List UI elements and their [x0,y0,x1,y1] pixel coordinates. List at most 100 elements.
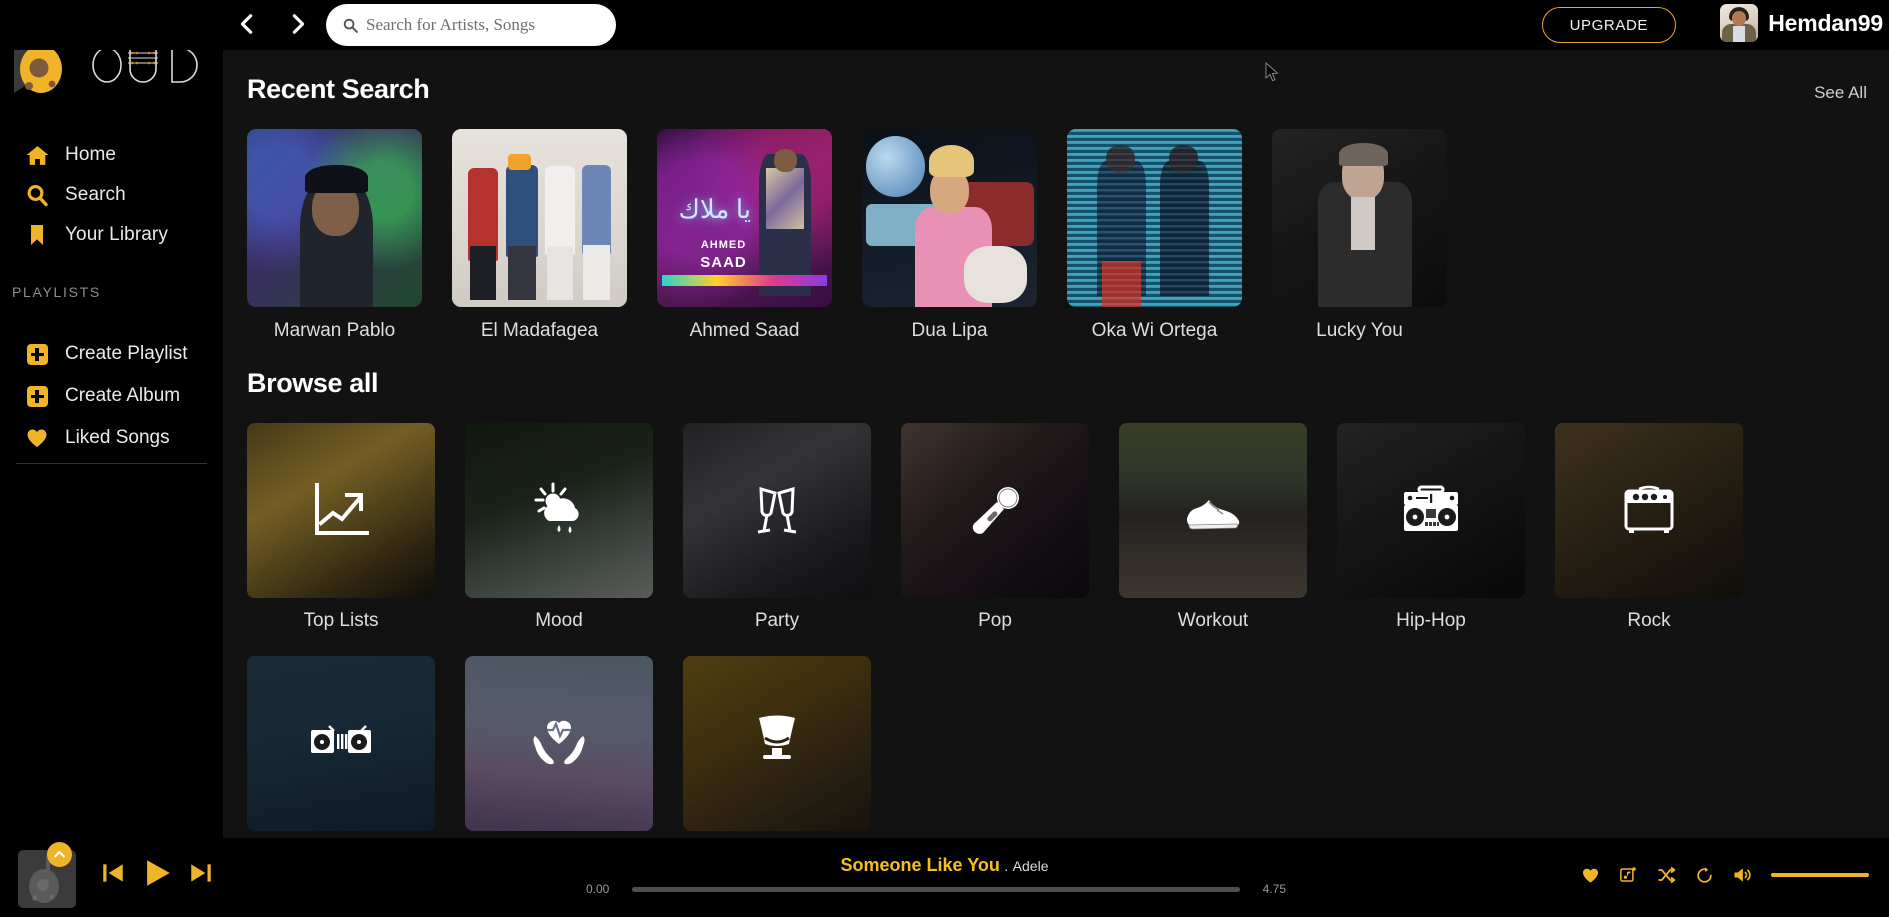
sun-cloud-rain-icon [521,473,597,549]
browse-card-label: Party [754,610,800,631]
browse-card-rock[interactable]: Rock [1555,423,1743,632]
play-button[interactable] [140,856,174,890]
create-playlist-button[interactable]: Create Playlist [0,333,223,375]
recent-search-title: Recent Search [247,74,430,104]
recent-card[interactable]: Oka Wi Ortega [1067,129,1242,342]
like-track-button[interactable] [1579,864,1601,886]
sidebar-item-label: Your Library [65,224,168,245]
heart-icon [1582,868,1598,883]
repeat-button[interactable] [1693,864,1715,886]
total-time-label: 4.75 [1262,882,1286,896]
search-icon [342,17,359,34]
plus-square-icon [24,383,50,409]
chevron-right-icon [292,14,305,34]
bookmark-icon [24,222,50,248]
artist-artwork [247,129,422,307]
category-artwork [1119,423,1307,598]
transport-controls [100,856,214,890]
add-to-playlist-button[interactable] [1617,864,1639,886]
boombox-icon [1393,473,1469,549]
create-album-label: Create Album [65,385,181,406]
liked-songs-label: Liked Songs [65,427,170,448]
avatar [1720,4,1759,42]
expand-player-button[interactable] [47,842,72,867]
browse-card-hip-hop[interactable]: Hip-Hop [1337,423,1525,632]
browse-card-pop[interactable]: Pop [901,423,1089,632]
browse-card-partial[interactable] [683,656,871,838]
next-track-button[interactable] [188,860,214,886]
seek-area: 0.00 4.75 [586,878,1286,900]
artist-artwork: يا ملاك AHMED SAAD [657,129,832,307]
skip-next-icon [191,864,211,882]
browse-card-top-lists[interactable]: Top Lists [247,423,435,632]
browse-card-party[interactable]: Party [683,423,871,632]
recent-card-label: Dua Lipa [911,320,988,341]
category-artwork [1555,423,1743,598]
sidebar-nav: Home Search Your Library [0,135,223,255]
browse-card-mood[interactable]: Mood [465,423,653,632]
sidebar-item-your-library[interactable]: Your Library [0,215,223,255]
dj-turntables-icon [303,706,379,782]
browse-card-label: Rock [1627,610,1671,631]
volume-fill [1771,873,1869,877]
sidebar-item-search[interactable]: Search [0,175,223,215]
browse-all-header: Browse all [223,368,1889,399]
search-bar[interactable] [326,4,616,46]
recent-card-label: El Madafagea [480,320,599,341]
recent-card[interactable]: Marwan Pablo [247,129,422,342]
sidebar: Home Search Your Library PLAYLISTS Creat… [0,0,223,838]
search-icon [24,182,50,208]
browse-all-row-2 [223,656,1889,838]
user-menu[interactable]: Hemdan99 [1720,4,1889,42]
browse-card-label: Hip-Hop [1396,610,1466,631]
liked-songs-button[interactable]: Liked Songs [0,417,223,459]
shuffle-icon [1658,866,1676,884]
back-button[interactable] [235,6,259,42]
create-album-button[interactable]: Create Album [0,375,223,417]
oud-music-app: Home Search Your Library PLAYLISTS Creat… [0,0,1889,917]
recent-card[interactable]: Dua Lipa [862,129,1037,342]
main-content: Recent Search See All Marwan Pablo El Ma… [223,50,1889,838]
search-input[interactable] [366,15,596,35]
shuffle-button[interactable] [1655,864,1677,886]
artist-artwork [862,129,1037,307]
browse-card-label: Pop [978,610,1012,631]
recent-card[interactable]: El Madafagea [452,129,627,342]
browse-all-row-1: Top Lists Mood Party Pop Workout Hip-Hop… [223,423,1889,632]
guitar-amplifier-icon [1611,473,1687,549]
forward-button[interactable] [286,6,310,42]
recent-card[interactable]: Lucky You [1272,129,1447,342]
microphone-icon [957,473,1033,549]
track-artist: Adele [1012,858,1049,874]
seek-slider[interactable] [632,886,1240,892]
see-all-link[interactable]: See All [1814,83,1867,103]
previous-track-button[interactable] [100,860,126,886]
category-artwork [247,656,435,831]
home-icon [24,142,50,168]
recent-card-label: Ahmed Saad [689,320,800,341]
hands-heart-pulse-icon [521,706,597,782]
sidebar-divider [16,463,207,464]
sidebar-item-label: Search [65,184,126,205]
add-to-playlist-icon [1620,867,1636,882]
upgrade-button[interactable]: UPGRADE [1541,7,1676,43]
sidebar-item-home[interactable]: Home [0,135,223,175]
recent-search-row: Marwan Pablo El Madafagea يا ملاك AHMED … [223,129,1889,342]
category-artwork [465,423,653,598]
sidebar-item-label: Home [65,144,117,165]
browse-card-partial[interactable] [247,656,435,838]
recent-card[interactable]: يا ملاك AHMED SAAD Ahmed Saad [657,129,832,342]
volume-slider[interactable] [1771,873,1869,877]
volume-button[interactable] [1731,864,1753,886]
browse-card-workout[interactable]: Workout [1119,423,1307,632]
browse-card-label: Workout [1177,610,1249,631]
browse-card-partial[interactable] [465,656,653,838]
chevron-left-icon [240,14,253,34]
volume-icon [1734,868,1751,882]
history-navigation [235,6,310,42]
category-artwork [683,423,871,598]
player-right-controls [1579,864,1869,886]
heart-icon [24,425,50,451]
player-bar: Someone Like You . Adele 0.00 4.75 [0,838,1889,917]
artist-artwork [1067,129,1242,307]
